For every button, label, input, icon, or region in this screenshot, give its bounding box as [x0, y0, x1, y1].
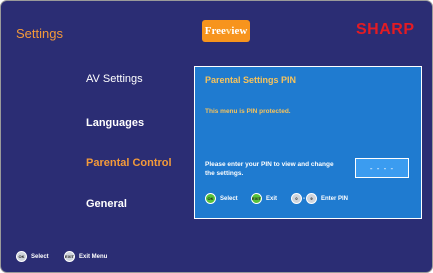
- legend-select: OK Select: [205, 193, 238, 204]
- freeview-logo: Free v iew: [202, 20, 250, 42]
- pin-input[interactable]: - - - -: [355, 158, 409, 178]
- parental-pin-dialog: Parental Settings PIN This menu is PIN p…: [194, 66, 422, 219]
- menu-item-av-settings[interactable]: AV Settings: [86, 73, 143, 85]
- legend-select-label: Select: [220, 195, 238, 202]
- page-title: Settings: [16, 26, 63, 41]
- legend-exit-label: Exit: [266, 195, 278, 202]
- footer-select: OK Select: [16, 251, 49, 262]
- legend-enter-pin: 0 - 9 Enter PIN: [291, 193, 348, 204]
- digit-9-icon: 9: [306, 193, 317, 204]
- pin-prompt-text: Please enter your PIN to view and change…: [205, 161, 334, 177]
- menu-item-parental-control[interactable]: Parental Control: [86, 157, 172, 169]
- legend-enter-pin-label: Enter PIN: [321, 195, 349, 202]
- footer-ok-icon: OK: [16, 251, 27, 262]
- dialog-title: Parental Settings PIN: [205, 75, 297, 85]
- menu-item-languages[interactable]: Languages: [86, 117, 144, 129]
- digit-range-dash: -: [303, 195, 305, 202]
- footer-exit-menu-label: Exit Menu: [79, 253, 108, 260]
- freeview-logo-text-start: Free: [204, 25, 226, 37]
- menu-item-general[interactable]: General: [86, 198, 127, 210]
- freeview-logo-text-end: iew: [231, 25, 248, 37]
- tv-menu-screen: Settings Free v iew SHARP AV Settings Lang…: [0, 0, 433, 273]
- footer-exit-icon: EXIT: [64, 251, 75, 262]
- sharp-logo: SHARP: [356, 21, 415, 38]
- footer-exit-menu: EXIT Exit Menu: [64, 251, 107, 262]
- legend-exit: EXIT Exit: [251, 193, 277, 204]
- footer-select-label: Select: [31, 253, 49, 260]
- exit-button-icon: EXIT: [251, 193, 262, 204]
- pin-protected-message: This menu is PIN protected.: [205, 108, 291, 115]
- ok-button-icon: OK: [205, 193, 216, 204]
- digit-0-icon: 0: [291, 193, 302, 204]
